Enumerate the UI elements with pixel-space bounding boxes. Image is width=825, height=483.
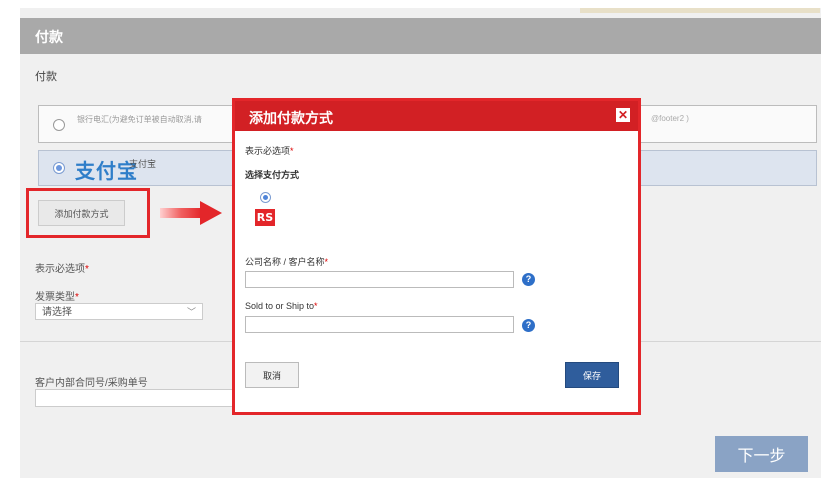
bank-transfer-label: 银行电汇(为避免订单被自动取消,请 [77,115,202,124]
invoice-type-value: 请选择 [42,307,72,318]
company-name-label: 公司名称 / 客户名称* [245,255,328,268]
choose-method-label: 选择支付方式 [245,170,300,180]
next-step-button[interactable]: 下一步 [715,436,808,472]
required-star: * [75,292,79,303]
modal-header: 添加付款方式 ✕ [235,101,638,131]
help-icon[interactable]: ? [522,273,535,286]
required-note-text: 表示必选项 [35,264,85,275]
payment-header: 付款 [20,18,821,54]
modal-required-text: 表示必选项 [245,146,291,156]
modal-title: 添加付款方式 [249,110,333,126]
help-icon[interactable]: ? [522,319,535,332]
bank-transfer-tail: @footer2 ) [651,114,689,123]
invoice-type-text: 发票类型 [35,292,75,303]
chevron-down-icon: ﹀ [186,307,196,317]
invoice-type-label: 发票类型* [35,288,79,303]
bank-transfer-radio[interactable] [53,119,65,131]
required-star: * [324,257,329,267]
company-name-input[interactable] [245,271,514,288]
page-title: 付款 [35,29,63,45]
invoice-type-select[interactable]: 请选择 ﹀ [35,303,203,320]
alipay-label: 支付宝 [129,159,157,169]
alipay-radio[interactable] [53,162,65,174]
sold-ship-input[interactable] [245,316,514,333]
modal-required-note: 表示必选项* [245,144,294,157]
required-note: 表示必选项* [35,260,89,275]
po-number-input[interactable] [35,389,237,407]
rs-method-radio[interactable] [260,192,271,203]
company-name-text: 公司名称 / 客户名称 [245,257,325,267]
cancel-button[interactable]: 取消 [245,362,299,388]
rs-logo: RS [255,209,275,226]
close-icon[interactable]: ✕ [616,108,630,122]
red-arrow-icon [160,201,222,225]
required-star: * [85,264,89,275]
add-payment-modal: 添加付款方式 ✕ 表示必选项* 选择支付方式 RS 公司名称 / 客户名称* ?… [232,98,641,415]
top-strip [580,8,820,13]
save-button[interactable]: 保存 [565,362,619,388]
required-star: * [314,301,318,311]
payment-section-label: 付款 [35,71,57,83]
po-number-label: 客户内部合同号/采购单号 [35,378,148,389]
sold-ship-text: Sold to or Ship to [245,301,315,311]
highlight-box [26,188,150,238]
required-star: * [290,146,294,156]
sold-ship-label: Sold to or Ship to* [245,301,318,311]
